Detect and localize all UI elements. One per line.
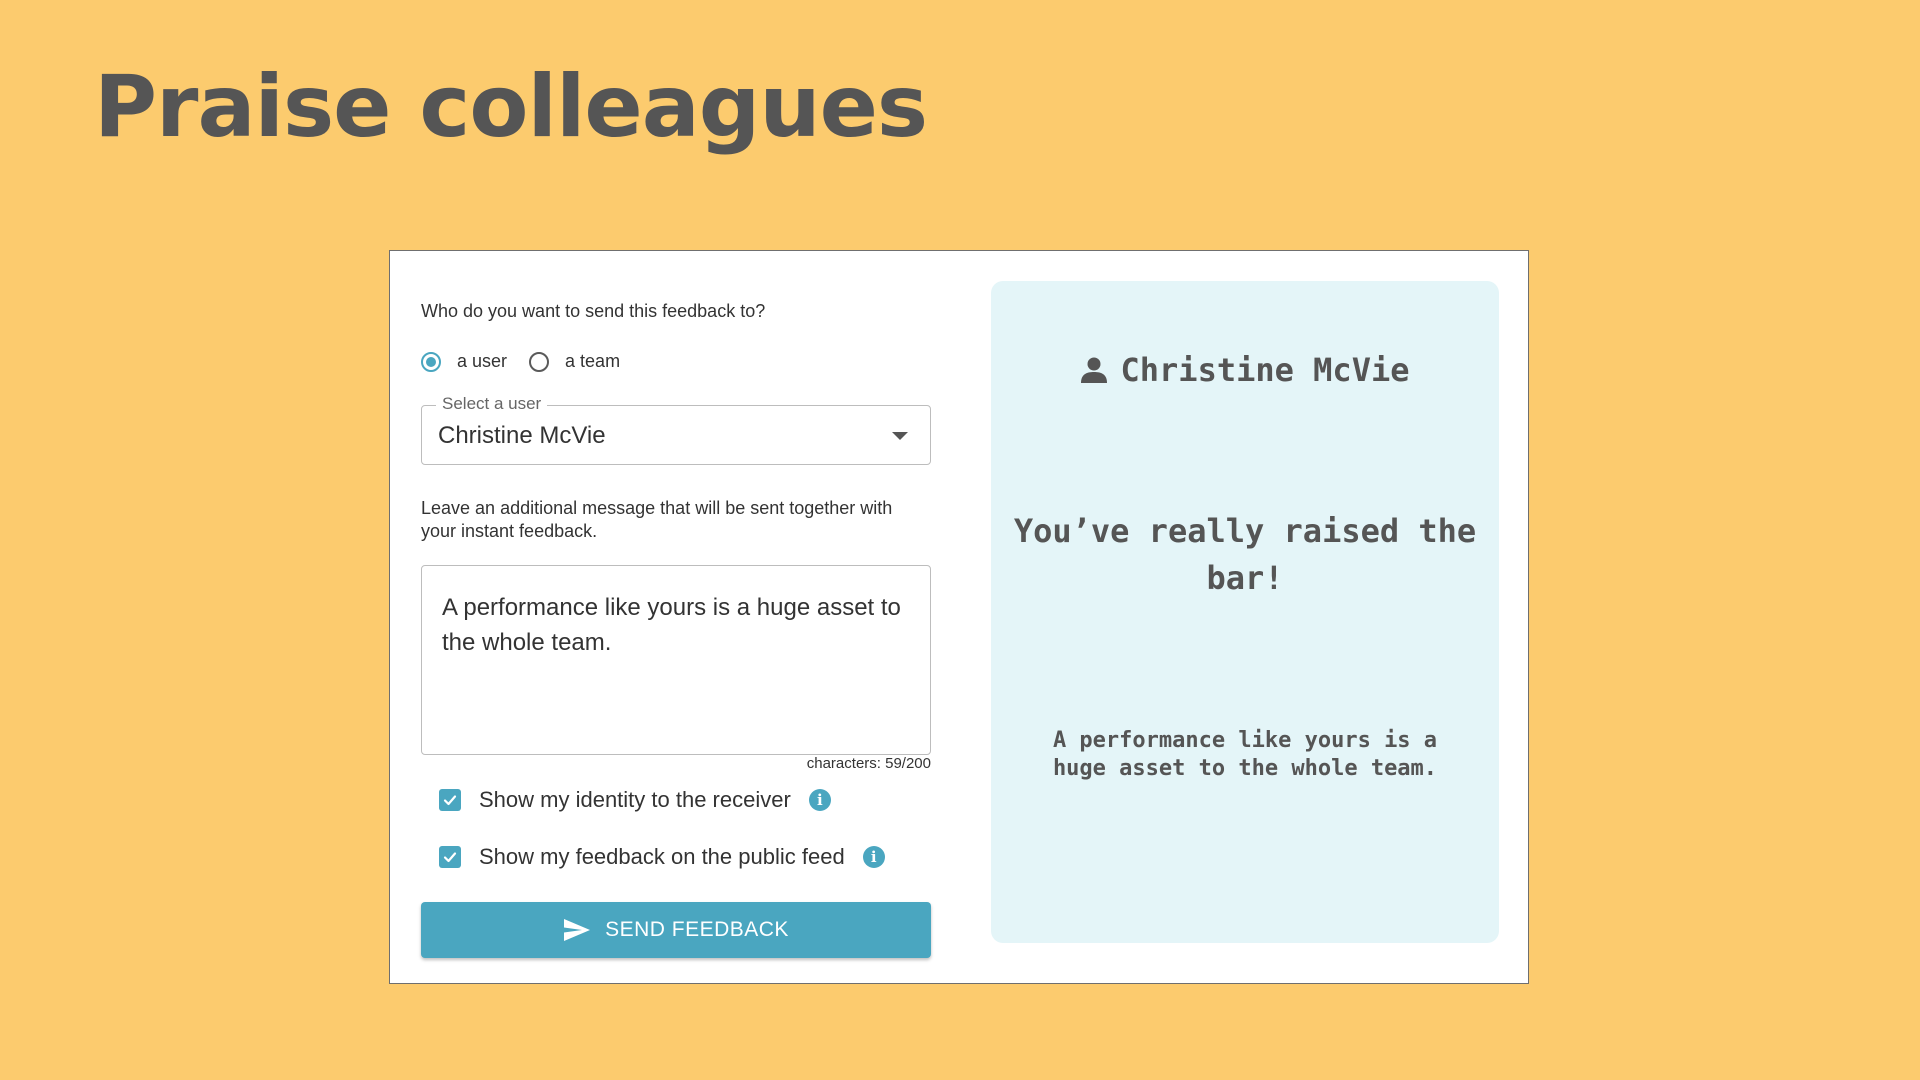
message-label: Leave an additional message that will be… (421, 498, 893, 541)
preview-message: A performance like yours is a huge asset… (1052, 728, 1438, 781)
feedback-form: Who do you want to send this feedback to… (421, 251, 931, 983)
person-icon (1080, 356, 1107, 384)
show-public-feed-option[interactable]: Show my feedback on the public feed i (439, 844, 885, 870)
user-select[interactable]: Select a user Christine McVie (421, 394, 931, 465)
user-select-label: Select a user (436, 394, 548, 414)
send-feedback-button[interactable]: SEND FEEDBACK (421, 902, 931, 958)
send-icon (563, 918, 591, 942)
preview-headline: You’ve really raised the bar! (1013, 512, 1477, 597)
show-identity-label: Show my identity to the receiver (479, 787, 791, 812)
radio-team-label: a team (565, 351, 621, 371)
page-title: Praise colleagues (94, 57, 928, 157)
radio-option-user[interactable]: a user (421, 351, 507, 372)
radio-option-team[interactable]: a team (529, 351, 620, 372)
slide: Praise colleagues Who do you want to sen… (0, 0, 1920, 1080)
show-public-feed-checkbox[interactable] (439, 846, 461, 868)
radio-user[interactable] (421, 351, 441, 372)
check-icon (443, 852, 457, 863)
message-textarea[interactable]: A performance like yours is a huge asset… (421, 565, 931, 755)
info-icon[interactable]: i (808, 789, 831, 811)
character-count: characters: 59/200 (806, 755, 931, 772)
chevron-down-icon[interactable] (892, 432, 908, 440)
feedback-preview: Christine McVie You’ve really raised the… (991, 281, 1499, 943)
show-identity-option[interactable]: Show my identity to the receiver i (439, 787, 831, 813)
radio-team[interactable] (529, 351, 550, 372)
check-icon (443, 795, 457, 806)
show-identity-checkbox[interactable] (439, 789, 461, 811)
user-select-value: Christine McVie (438, 422, 606, 449)
radio-user-label: a user (457, 351, 508, 371)
recipient-question: Who do you want to send this feedback to… (421, 301, 766, 321)
send-feedback-label: SEND FEEDBACK (605, 918, 789, 941)
feedback-card: Who do you want to send this feedback to… (389, 250, 1529, 984)
preview-recipient: Christine McVie (991, 351, 1499, 389)
recipient-radio-group: a user a team (421, 351, 642, 372)
info-icon[interactable]: i (862, 846, 885, 868)
show-public-feed-label: Show my feedback on the public feed (479, 844, 845, 869)
preview-recipient-name: Christine McVie (1120, 351, 1410, 389)
